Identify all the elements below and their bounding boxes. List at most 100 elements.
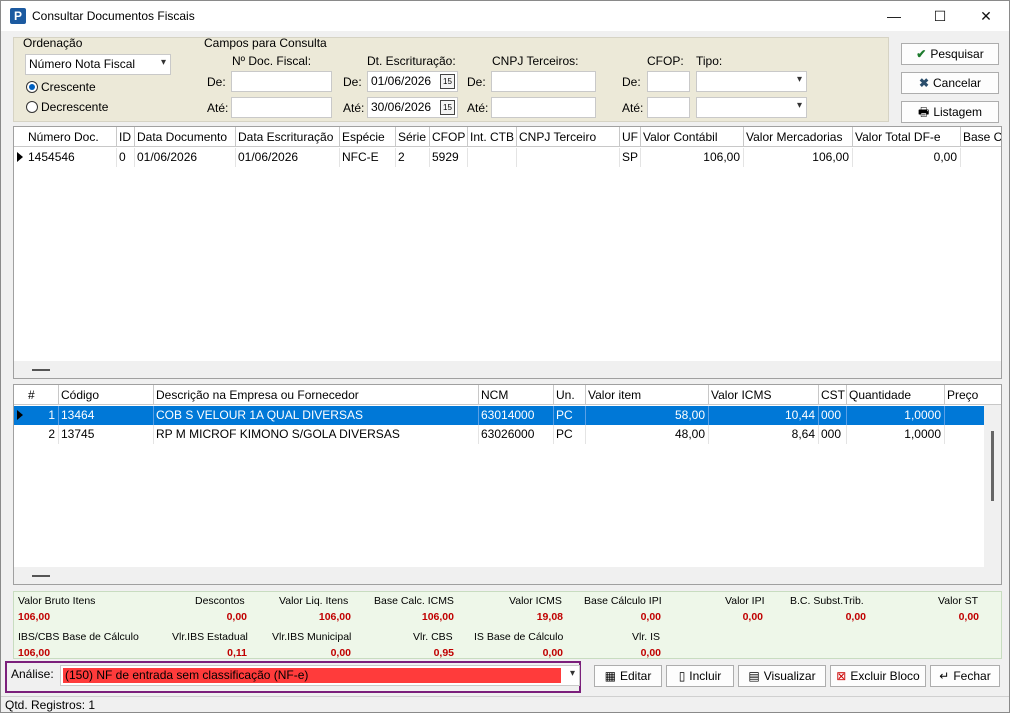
- maximize-button[interactable]: ☐: [917, 1, 963, 31]
- row-pointer-icon: [17, 410, 23, 420]
- col-header[interactable]: CFOP: [430, 127, 468, 147]
- horizontal-scrollbar[interactable]: [14, 361, 1001, 378]
- total-value: 0,00: [742, 611, 763, 623]
- scroll-thumb[interactable]: [32, 369, 50, 371]
- cancelar-label: Cancelar: [933, 76, 982, 90]
- col-header[interactable]: Data Escrituração: [236, 127, 340, 147]
- col-header[interactable]: Data Documento: [135, 127, 236, 147]
- editar-button[interactable]: ▦ Editar: [594, 665, 662, 687]
- close-button[interactable]: ✕: [963, 1, 1009, 31]
- calendar-icon[interactable]: 15: [440, 100, 455, 115]
- table-cell: 106,00: [641, 148, 744, 167]
- scroll-thumb[interactable]: [32, 575, 50, 577]
- table-row[interactable]: 1454546 0 01/06/2026 01/06/2026 NFC-E 2 …: [14, 148, 1001, 167]
- col-header[interactable]: Quantidade: [847, 385, 945, 405]
- total-label: Valor Bruto Itens: [18, 595, 96, 607]
- table-row[interactable]: 1 13464 COB S VELOUR 1A QUAL DIVERSAS 63…: [14, 406, 984, 425]
- total-value: 0,95: [433, 647, 454, 659]
- visualizar-button[interactable]: ▤ Visualizar: [738, 665, 826, 687]
- dt-ate-input[interactable]: 30/06/2026 15: [367, 97, 458, 118]
- status-text: Qtd. Registros: 1: [5, 698, 96, 712]
- items-grid[interactable]: # Código Descrição na Empresa ou Fornece…: [13, 384, 1002, 585]
- col-header[interactable]: Preço: [945, 385, 985, 405]
- col-header[interactable]: Espécie: [340, 127, 396, 147]
- status-divider: [1, 696, 1009, 697]
- cnpj-ate-input[interactable]: [491, 97, 596, 118]
- col-header[interactable]: CNPJ Terceiro: [517, 127, 620, 147]
- table-cell: 58,00: [586, 406, 709, 425]
- horizontal-scrollbar[interactable]: [14, 567, 1001, 584]
- col-header[interactable]: Int. CTB: [468, 127, 517, 147]
- col-header[interactable]: Número Doc.: [26, 127, 117, 147]
- total-value: 0,00: [542, 647, 563, 659]
- table-cell: 000: [819, 425, 847, 444]
- col-header[interactable]: Valor Contábil: [641, 127, 744, 147]
- dt-ate-value: 30/06/2026: [371, 100, 432, 114]
- vertical-scrollbar[interactable]: [984, 405, 1001, 567]
- col-header[interactable]: Código: [59, 385, 154, 405]
- dt-de-value: 01/06/2026: [371, 74, 432, 88]
- cfop-de-input[interactable]: [647, 71, 690, 92]
- col-header[interactable]: Base C: [961, 127, 1001, 147]
- col-header[interactable]: Série: [396, 127, 430, 147]
- tipo-de-select[interactable]: ▾: [696, 71, 807, 92]
- minimize-button[interactable]: —: [871, 1, 917, 31]
- analise-select[interactable]: (150) NF de entrada sem classificação (N…: [60, 665, 580, 686]
- doc-ate-input[interactable]: [231, 97, 332, 118]
- table-cell: COB S VELOUR 1A QUAL DIVERSAS: [154, 406, 479, 425]
- dt-de-input[interactable]: 01/06/2026 15: [367, 71, 458, 92]
- pesquisar-button[interactable]: ✔ Pesquisar: [901, 43, 999, 65]
- table-cell: SP: [620, 148, 641, 167]
- documents-grid[interactable]: Número Doc. ID Data Documento Data Escri…: [13, 126, 1002, 379]
- col-header[interactable]: #: [26, 385, 59, 405]
- crescente-radio[interactable]: [26, 81, 38, 93]
- window-title: Consultar Documentos Fiscais: [32, 9, 195, 23]
- table-cell: [945, 425, 984, 444]
- col-header[interactable]: NCM: [479, 385, 554, 405]
- col-header[interactable]: Valor Total DF-e: [853, 127, 961, 147]
- delete-icon: ⊠: [836, 669, 847, 683]
- total-value: 0,00: [226, 611, 247, 623]
- editar-label: Editar: [619, 669, 652, 683]
- cnpj-de-input[interactable]: [491, 71, 596, 92]
- cfop-de-label: De:: [622, 75, 641, 89]
- table-cell: [468, 148, 517, 167]
- tipo-ate-select[interactable]: ▾: [696, 97, 807, 118]
- total-label: IS Base de Cálculo: [474, 631, 564, 643]
- ordenacao-select[interactable]: Número Nota Fiscal ▾: [25, 54, 171, 75]
- table-cell: 1454546: [26, 148, 117, 167]
- table-cell: PC: [554, 406, 586, 425]
- col-header[interactable]: Descrição na Empresa ou Fornecedor: [154, 385, 479, 405]
- col-header[interactable]: Valor ICMS: [709, 385, 819, 405]
- table-cell: 1,0000: [847, 425, 945, 444]
- doc-de-input[interactable]: [231, 71, 332, 92]
- incluir-button[interactable]: ▯ Incluir: [666, 665, 734, 687]
- fechar-button[interactable]: ↵ Fechar: [930, 665, 1000, 687]
- decrescente-radio[interactable]: [26, 101, 38, 113]
- col-header[interactable]: UF: [620, 127, 641, 147]
- table-cell: NFC-E: [340, 148, 396, 167]
- cfop-label: CFOP:: [647, 54, 684, 68]
- col-header[interactable]: Valor Mercadorias: [744, 127, 853, 147]
- document-view-icon: ▤: [748, 669, 760, 683]
- table-cell: 106,00: [744, 148, 853, 167]
- col-header[interactable]: ID: [117, 127, 135, 147]
- table-row[interactable]: 2 13745 RP M MICROF KIMONO S/GOLA DIVERS…: [14, 425, 984, 444]
- table-cell: 13745: [59, 425, 154, 444]
- chevron-down-icon: ▾: [160, 57, 166, 68]
- excluir-bloco-button[interactable]: ⊠ Excluir Bloco: [830, 665, 926, 687]
- calendar-icon[interactable]: 15: [440, 74, 455, 89]
- col-header[interactable]: Valor item: [586, 385, 709, 405]
- total-label: Vlr. IS: [632, 631, 661, 643]
- col-header[interactable]: Un.: [554, 385, 586, 405]
- crescente-label: Crescente: [41, 80, 96, 94]
- ordenacao-value: Número Nota Fiscal: [29, 57, 136, 71]
- scroll-thumb[interactable]: [991, 431, 994, 501]
- col-header[interactable]: CST: [819, 385, 847, 405]
- cancelar-button[interactable]: ✖ Cancelar: [901, 72, 999, 94]
- table-cell: 48,00: [586, 425, 709, 444]
- listagem-button[interactable]: 🖶 Listagem: [901, 101, 999, 123]
- listagem-label: Listagem: [933, 105, 983, 119]
- cfop-ate-input[interactable]: [647, 97, 690, 118]
- total-label: Valor ST: [938, 595, 979, 607]
